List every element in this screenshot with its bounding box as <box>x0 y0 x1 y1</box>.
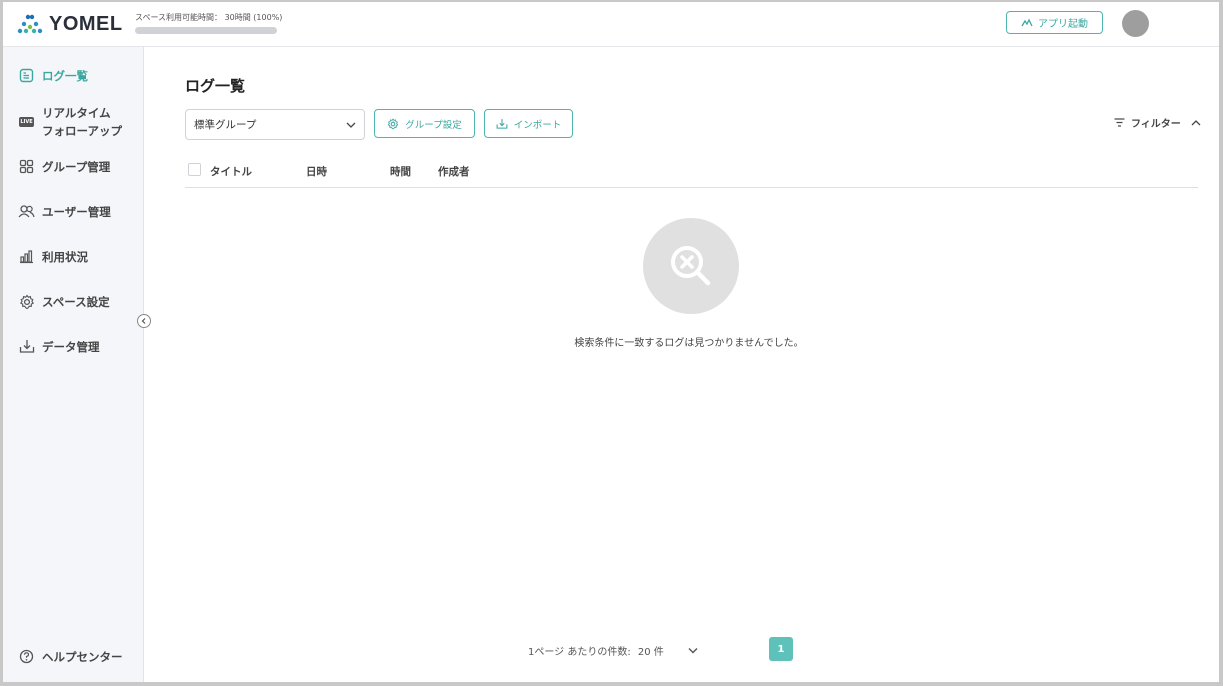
sidebar-item-label: ヘルプセンター <box>42 649 123 664</box>
usage-text: スペース利用可能時間： 30時間 (100%) <box>135 13 283 22</box>
sidebar-item-label-line2: フォローアップ <box>42 124 123 138</box>
launch-app-label: アプリ起動 <box>1038 19 1088 30</box>
grid-icon <box>18 158 35 175</box>
import-label: インポート <box>513 119 562 131</box>
user-avatar[interactable] <box>1122 10 1149 37</box>
per-page-control: 1ページ あたりの件数: 20 件 <box>528 643 664 658</box>
sidebar-item-label: ログ一覧 <box>42 68 88 83</box>
sidebar-item-user-management[interactable]: ユーザー管理 <box>18 203 111 220</box>
filter-icon <box>1114 118 1125 127</box>
sidebar-item-help-center[interactable]: ヘルプセンター <box>18 648 123 665</box>
column-header-duration[interactable]: 時間 <box>390 164 411 179</box>
usage-bar <box>135 27 277 34</box>
sidebar-item-label: ユーザー管理 <box>42 204 111 219</box>
filter-toggle[interactable]: フィルター <box>1114 115 1201 130</box>
sidebar-item-label: スペース設定 <box>42 294 110 309</box>
logo-text: YOMEL <box>49 12 123 35</box>
column-header-author[interactable]: 作成者 <box>438 164 470 179</box>
download-tray-icon <box>18 338 35 355</box>
column-header-datetime[interactable]: 日時 <box>306 164 327 179</box>
help-circle-icon <box>18 648 35 665</box>
chevron-left-icon <box>141 318 146 324</box>
filter-label: フィルター <box>1131 119 1181 130</box>
empty-state-message: 検索条件に一致するログは見つかりませんでした。 <box>574 338 804 349</box>
sidebar-item-data-management[interactable]: データ管理 <box>18 338 100 355</box>
sidebar-item-realtime-followup[interactable]: LIVE リアルタイム フォローアップ <box>18 104 122 140</box>
document-list-icon <box>18 67 35 84</box>
sidebar-item-space-settings[interactable]: スペース設定 <box>18 293 110 310</box>
sidebar-collapse-button[interactable] <box>137 314 151 328</box>
import-button[interactable]: インポート <box>484 109 573 138</box>
live-badge-text: LIVE <box>19 117 34 127</box>
yomel-logo-icon <box>17 14 43 34</box>
group-select-value: 標準グループ <box>194 119 257 131</box>
mountain-icon <box>1021 18 1033 27</box>
sidebar-item-usage[interactable]: 利用状況 <box>18 248 88 265</box>
main-content: ログ一覧 標準グループ グループ設定 インポート フィルター タイトル 日時 時… <box>144 47 1219 682</box>
group-settings-button[interactable]: グループ設定 <box>374 109 475 138</box>
search-not-found-icon <box>671 246 711 286</box>
sidebar-item-label-line1: リアルタイム <box>42 106 111 120</box>
sidebar-item-label: データ管理 <box>42 339 100 354</box>
chevron-down-icon <box>346 122 356 128</box>
launch-app-button[interactable]: アプリ起動 <box>1006 11 1103 34</box>
usage-bar-fill <box>135 27 277 34</box>
sidebar-item-log-list[interactable]: ログ一覧 <box>18 67 88 84</box>
per-page-dropdown[interactable] <box>688 643 698 657</box>
sidebar-item-group-management[interactable]: グループ管理 <box>18 158 110 175</box>
page-title: ログ一覧 <box>185 77 246 95</box>
table-header: タイトル 日時 時間 作成者 <box>185 155 1198 188</box>
usage-meter: スペース利用可能時間： 30時間 (100%) <box>135 12 282 34</box>
per-page-label: 1ページ あたりの件数: <box>528 647 631 658</box>
yomel-logo[interactable]: YOMEL <box>15 11 123 37</box>
group-select[interactable]: 標準グループ <box>185 109 365 140</box>
gear-icon <box>18 293 35 310</box>
chevron-down-icon <box>688 648 698 654</box>
bar-chart-icon <box>18 248 35 265</box>
live-icon: LIVE <box>18 114 35 131</box>
users-icon <box>18 203 35 220</box>
sidebar-item-label: リアルタイム フォローアップ <box>42 104 122 140</box>
select-all-checkbox[interactable] <box>188 163 201 176</box>
column-header-title[interactable]: タイトル <box>210 164 252 179</box>
chevron-up-icon <box>1191 119 1201 125</box>
download-icon <box>496 118 508 129</box>
sidebar-item-label: 利用状況 <box>42 249 88 264</box>
gear-icon <box>387 117 399 129</box>
group-settings-label: グループ設定 <box>405 119 462 131</box>
app-window: YOMEL スペース利用可能時間： 30時間 (100%) アプリ起動 ログ一覧 <box>3 2 1219 682</box>
pagination-page-button[interactable]: 1 <box>769 637 793 661</box>
top-header: YOMEL スペース利用可能時間： 30時間 (100%) アプリ起動 <box>3 2 1219 47</box>
sidebar-item-label: グループ管理 <box>42 159 111 174</box>
per-page-value[interactable]: 20 件 <box>638 647 664 658</box>
empty-state-illustration <box>643 218 739 314</box>
sidebar: ログ一覧 LIVE リアルタイム フォローアップ グループ管理 ユーザー管理 利… <box>3 47 144 682</box>
